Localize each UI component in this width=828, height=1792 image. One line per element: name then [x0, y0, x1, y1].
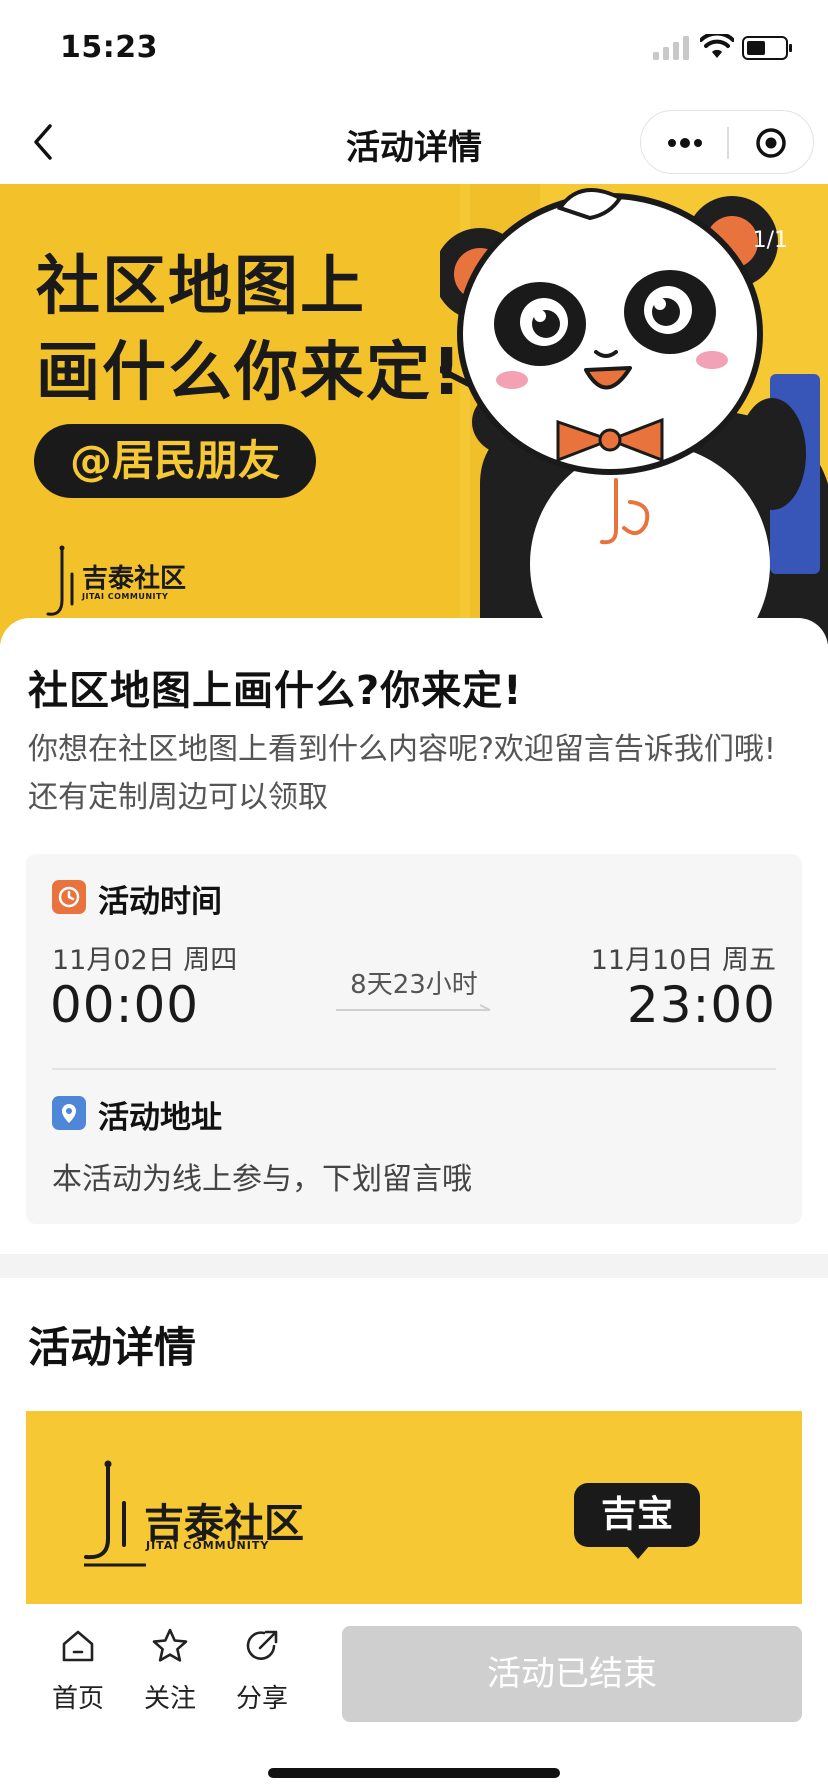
share-tab[interactable]: 分享: [222, 1626, 302, 1726]
badge-tail-icon: [626, 1545, 650, 1559]
event-ended-button[interactable]: 活动已结束: [342, 1626, 802, 1722]
star-icon: [152, 1628, 188, 1662]
more-button[interactable]: [641, 111, 727, 175]
details-logo-subtitle: JITAI COMMUNITY: [146, 1539, 270, 1552]
event-info-box: 活动时间 11月02日 周四 00:00 8天23小时 11月10日 周五 23…: [26, 854, 802, 1224]
follow-tab[interactable]: 关注: [130, 1626, 210, 1726]
share-tab-label: 分享: [235, 1684, 288, 1714]
banner-headline-line1: 社区地图上: [36, 250, 366, 324]
banner-logo: 吉泰社区 JITAI COMMUNITY: [42, 544, 202, 624]
home-icon: [62, 1630, 94, 1662]
event-title: 社区地图上画什么?你来定!: [28, 668, 523, 714]
battery-icon: [742, 36, 792, 60]
close-button[interactable]: [729, 111, 815, 175]
end-time: 23:00: [626, 976, 776, 1034]
event-description: 你想在社区地图上看到什么内容呢?欢迎留言告诉我们哦!还有定制周边可以领取: [28, 732, 776, 815]
mascot-name-badge: 吉宝: [574, 1483, 700, 1547]
banner-image[interactable]: 社区地图上 画什么你来定! @居民朋友 吉泰社区 JITAI COMMUNITY: [0, 184, 828, 644]
mini-program-capsule: [640, 110, 814, 174]
jitai-logo-icon: [46, 545, 78, 621]
location-pin-icon: [52, 1096, 86, 1130]
wifi-icon: [700, 34, 734, 58]
banner-logo-text: 吉泰社区: [82, 564, 187, 594]
home-indicator: [268, 1768, 560, 1778]
home-tab-label: 首页: [51, 1684, 104, 1714]
clock-icon: [52, 880, 86, 914]
banner-headline-line2: 画什么你来定!: [36, 336, 464, 410]
arrow-right-icon: [336, 1004, 491, 1011]
section-separator: [0, 1254, 828, 1278]
status-time: 15:23: [60, 30, 158, 65]
signal-icon: [653, 36, 689, 60]
target-close-icon: [756, 128, 786, 158]
banner-headline: 社区地图上 画什么你来定!: [36, 244, 463, 416]
time-section-label: 活动时间: [98, 884, 222, 920]
address-section-label: 活动地址: [98, 1100, 222, 1136]
jitai-logo-icon: [84, 1460, 146, 1567]
more-dots-icon: [668, 138, 702, 148]
bottom-action-bar: 首页 关注 分享 活动已结束: [0, 1604, 828, 1792]
home-tab[interactable]: 首页: [38, 1626, 118, 1726]
banner-logo-subtitle: JITAI COMMUNITY: [82, 592, 169, 601]
end-date: 11月10日 周五: [590, 945, 776, 976]
address-text: 本活动为线上参与，下划留言哦: [52, 1162, 472, 1197]
details-title: 活动详情: [28, 1323, 197, 1372]
content-card: 社区地图上画什么?你来定! 你想在社区地图上看到什么内容呢?欢迎留言告诉我们哦!…: [0, 618, 828, 1701]
panda-mascot-icon: [440, 188, 828, 644]
follow-tab-label: 关注: [143, 1684, 196, 1714]
nav-bar: 活动详情: [0, 100, 828, 184]
image-counter: 1/1: [752, 228, 788, 253]
back-chevron-icon[interactable]: [28, 122, 58, 162]
banner-pill: @居民朋友: [34, 424, 317, 498]
share-icon: [246, 1630, 278, 1660]
status-bar: 15:23: [0, 0, 828, 100]
divider: [52, 1068, 776, 1070]
